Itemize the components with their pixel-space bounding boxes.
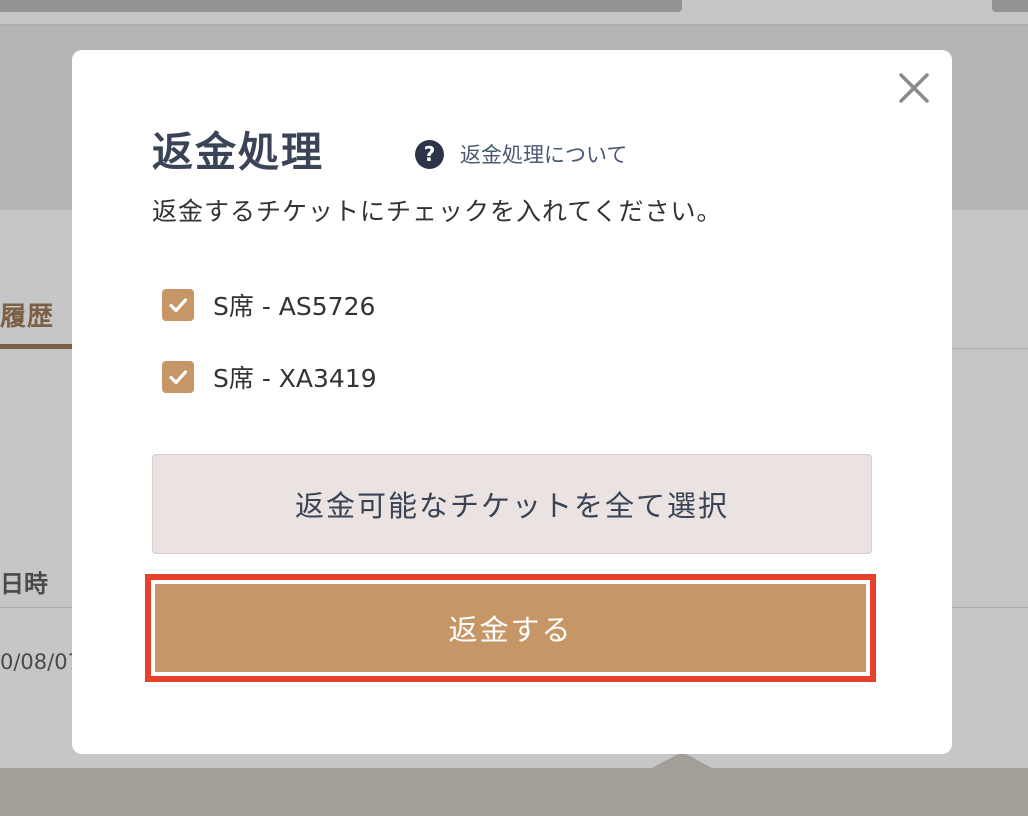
- help-link-label: 返金処理について: [460, 143, 628, 167]
- ticket-option[interactable]: S席 - AS5726: [162, 287, 375, 323]
- ticket-checkbox[interactable]: [162, 361, 194, 393]
- instruction-text: 返金するチケットにチェックを入れてください。: [152, 197, 723, 226]
- ticket-option[interactable]: S席 - XA3419: [162, 359, 377, 395]
- modal-title: 返金処理: [152, 128, 324, 176]
- close-button[interactable]: [896, 70, 932, 106]
- refund-button-highlight: 返金する: [145, 574, 876, 682]
- check-icon: [169, 370, 188, 385]
- ticket-label: S席 - XA3419: [213, 364, 377, 393]
- refund-button[interactable]: 返金する: [155, 584, 866, 672]
- select-all-button[interactable]: 返金可能なチケットを全て選択: [152, 454, 872, 554]
- question-circle-icon: ?: [415, 139, 444, 169]
- refund-modal: 返金処理 ? 返金処理について 返金するチケットにチェックを入れてください。 S…: [72, 50, 952, 754]
- ticket-label: S席 - AS5726: [213, 292, 376, 321]
- ticket-checkbox[interactable]: [162, 289, 194, 321]
- close-icon: [899, 73, 929, 103]
- refund-help-link[interactable]: ? 返金処理について: [415, 139, 627, 169]
- check-icon: [169, 298, 188, 313]
